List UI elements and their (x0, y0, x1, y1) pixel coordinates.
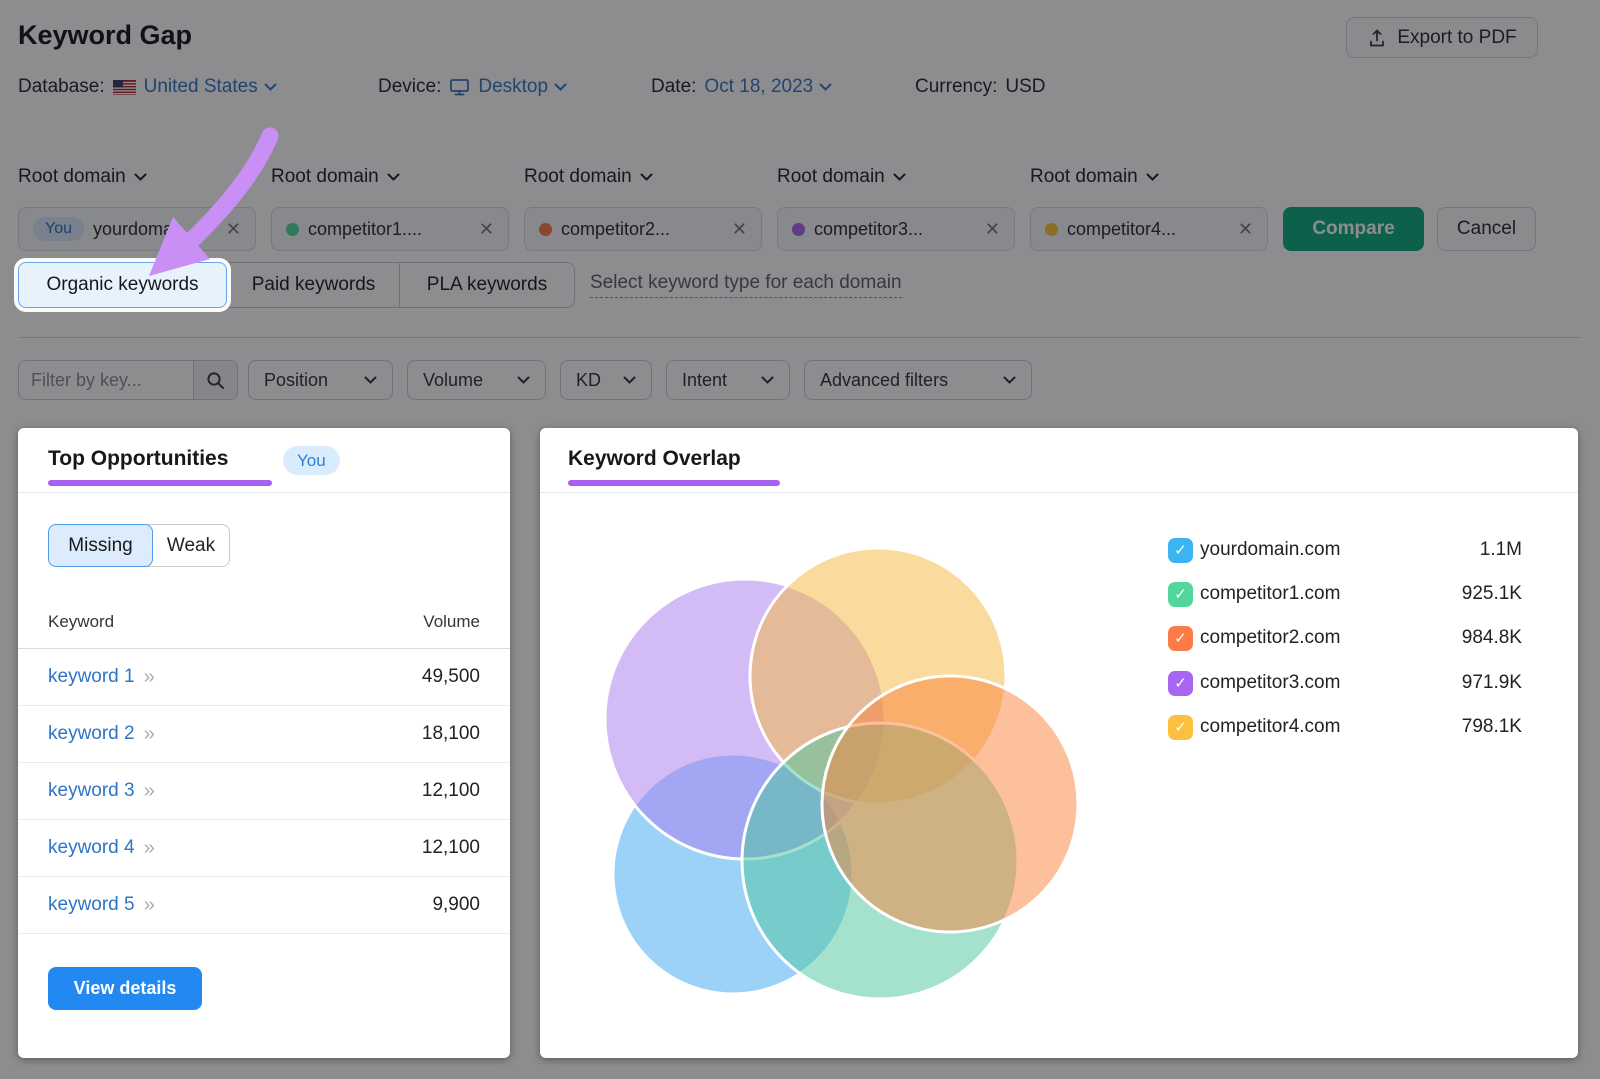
legend-item: ✓ (1168, 579, 1193, 609)
table-header: Keyword Volume (48, 612, 480, 632)
legend-item: ✓ (1168, 535, 1193, 565)
legend-keyword-count: 925.1K (1382, 583, 1522, 605)
column-volume: Volume (423, 612, 480, 632)
legend-keyword-count: 984.8K (1382, 627, 1522, 649)
double-chevron-icon: ›› (144, 837, 153, 860)
legend-domain: competitor3.com (1200, 672, 1340, 694)
double-chevron-icon: ›› (144, 780, 153, 803)
checkbox-competitor4[interactable]: ✓ (1168, 715, 1193, 740)
title-underline (48, 480, 272, 486)
checkbox-competitor3[interactable]: ✓ (1168, 671, 1193, 696)
keyword-overlap-card: Keyword Overlap ✓ yourdomain.com 1.1M ✓ … (540, 428, 1578, 1058)
legend-item: ✓ (1168, 712, 1193, 742)
checkbox-yourdomain[interactable]: ✓ (1168, 538, 1193, 563)
legend-domain: competitor1.com (1200, 583, 1340, 605)
view-details-button[interactable]: View details (48, 967, 202, 1010)
table-row: keyword 2›› 18,100 (18, 706, 510, 763)
keyword-link[interactable]: keyword 1›› (48, 666, 153, 689)
checkbox-competitor2[interactable]: ✓ (1168, 626, 1193, 651)
volume-value: 9,900 (432, 894, 480, 916)
checkbox-competitor1[interactable]: ✓ (1168, 582, 1193, 607)
legend-keyword-count: 971.9K (1382, 672, 1522, 694)
legend-domain: competitor2.com (1200, 627, 1340, 649)
table-row: keyword 3›› 12,100 (18, 763, 510, 820)
legend-item: ✓ (1168, 623, 1193, 653)
table-row: keyword 5›› 9,900 (18, 877, 510, 934)
table-row: keyword 1›› 49,500 (18, 649, 510, 706)
double-chevron-icon: ›› (144, 894, 153, 917)
card-divider (540, 492, 1578, 493)
double-chevron-icon: ›› (144, 666, 153, 689)
legend-item: ✓ (1168, 668, 1193, 698)
keyword-link[interactable]: keyword 3›› (48, 780, 153, 803)
you-badge: You (283, 446, 340, 475)
missing-weak-toggle: Missing Weak (48, 524, 230, 567)
toggle-missing[interactable]: Missing (48, 524, 153, 567)
card-divider (18, 492, 510, 493)
legend-domain: competitor4.com (1200, 716, 1340, 738)
top-opportunities-title: Top Opportunities (48, 447, 228, 471)
volume-value: 49,500 (422, 666, 480, 688)
keyword-link[interactable]: keyword 5›› (48, 894, 153, 917)
volume-value: 12,100 (422, 780, 480, 802)
keyword-link[interactable]: keyword 4›› (48, 837, 153, 860)
title-underline (568, 480, 780, 486)
legend-domain: yourdomain.com (1200, 539, 1340, 561)
column-keyword: Keyword (48, 612, 114, 632)
keyword-overlap-title: Keyword Overlap (568, 447, 741, 471)
top-opportunities-card: Top Opportunities You Missing Weak Keywo… (18, 428, 510, 1058)
volume-value: 12,100 (422, 837, 480, 859)
annotation-arrow (118, 118, 303, 293)
legend-keyword-count: 798.1K (1382, 716, 1522, 738)
volume-value: 18,100 (422, 723, 480, 745)
double-chevron-icon: ›› (144, 723, 153, 746)
keyword-link[interactable]: keyword 2›› (48, 723, 153, 746)
keyword-overlap-venn-diagram (580, 506, 1140, 1046)
toggle-weak[interactable]: Weak (147, 524, 230, 567)
table-row: keyword 4›› 12,100 (18, 820, 510, 877)
venn-competitor2-circle (822, 676, 1078, 932)
legend-keyword-count: 1.1M (1382, 539, 1522, 561)
